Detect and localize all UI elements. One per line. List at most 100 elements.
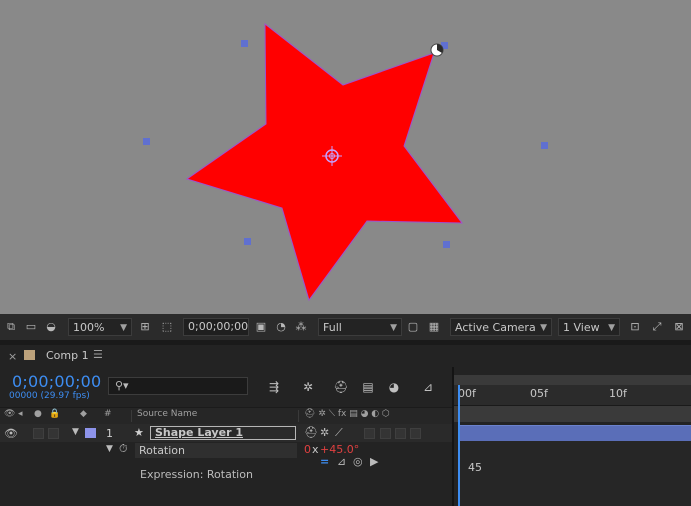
grid-guide-icon[interactable]: ⊞ <box>138 320 152 334</box>
solo-checkbox[interactable] <box>33 428 44 439</box>
chevron-down-icon: ▼ <box>608 323 615 333</box>
resolution-dropdown[interactable]: Full ▼ <box>318 318 402 336</box>
time-ruler[interactable]: 00f 05f 10f <box>454 385 691 406</box>
camera-snapshot-icon[interactable]: ▣ <box>254 320 268 334</box>
resolution-value: Full <box>323 321 342 334</box>
tick-label: 00f <box>458 387 476 400</box>
shy-switch-icon[interactable]: ⛑ <box>304 426 318 439</box>
bezier-handle[interactable] <box>143 138 150 145</box>
switch-box[interactable] <box>380 428 391 439</box>
frame-blending-icon[interactable]: ▤ <box>360 379 376 395</box>
views-value: 1 View <box>563 321 600 334</box>
property-name: Rotation <box>135 443 297 458</box>
viewer-canvas[interactable] <box>0 0 691 314</box>
show-snapshot-icon[interactable]: ◔ <box>274 320 288 334</box>
rotation-cursor-icon <box>430 43 444 57</box>
bezier-handle[interactable] <box>244 238 251 245</box>
shape-layer-star-icon: ★ <box>134 426 144 439</box>
views-dropdown[interactable]: 1 View ▼ <box>558 318 620 336</box>
expression-graph-value: 45 <box>468 461 482 474</box>
layer-row[interactable]: 👁 ▼ 1 ★ Shape Layer 1 ⛑ ✲ ⟋ <box>0 424 452 442</box>
source-name-header[interactable]: Source Name <box>137 409 197 419</box>
expression-language-menu-icon[interactable]: ▶ <box>370 455 378 468</box>
camera-dropdown[interactable]: Active Camera ▼ <box>450 318 552 336</box>
timeline-column-header: 👁 ◂ ● 🔒 ◆ # Source Name ⛑ ✲ ⟍ fx ▤ ◕ ◐ ⬡ <box>0 407 452 425</box>
layer-search-input[interactable]: ⚲▾ <box>108 377 248 395</box>
layer-number-header: # <box>104 409 112 419</box>
chevron-down-icon: ▼ <box>120 323 127 333</box>
transparency-grid-icon[interactable]: ▦ <box>427 320 441 334</box>
draft-3d-icon[interactable]: ✲ <box>300 379 316 395</box>
column-separator <box>131 410 132 422</box>
composition-viewer[interactable] <box>0 0 691 314</box>
rotation-turns-value[interactable]: 0 <box>304 443 311 456</box>
stopwatch-icon[interactable]: ⏱ <box>119 442 128 456</box>
expression-graph-icon[interactable]: ⊿ <box>337 455 346 468</box>
search-icon: ⚲▾ <box>115 379 129 392</box>
layer-number: 1 <box>106 427 113 440</box>
timeline-tab-bar: × Comp 1 ☰ <box>0 345 691 367</box>
panel-menu-icon[interactable]: ☰ <box>93 348 103 361</box>
layer-label-swatch[interactable] <box>85 428 96 438</box>
motion-blur-icon[interactable]: ◕ <box>386 379 402 395</box>
expression-label: Expression: Rotation <box>140 468 253 481</box>
always-preview-icon[interactable]: ⧉ <box>4 320 18 334</box>
switch-box[interactable] <box>364 428 375 439</box>
expression-enable-icon[interactable]: = <box>320 455 329 468</box>
color-channels-icon[interactable]: ⁂ <box>294 320 308 334</box>
frame-rate-label: 00000 (29.97 fps) <box>9 391 90 401</box>
star-shape[interactable] <box>185 22 464 302</box>
chevron-down-icon: ▼ <box>390 323 397 333</box>
timeline-layer-panel: 0;00;00;00 00000 (29.97 fps) ⚲▾ ⇶ ✲ ⛑ ▤ … <box>0 367 452 506</box>
property-row-rotation[interactable]: ▼ ⏱ Rotation 0 x +45.0° <box>0 442 452 459</box>
current-time-indicator[interactable] <box>458 385 460 506</box>
bezier-handle[interactable] <box>241 40 248 47</box>
timeline-graph-panel: 00f 05f 10f 45 <box>454 367 691 506</box>
solo-switch-icon: ● <box>34 409 42 419</box>
column-separator <box>298 410 299 422</box>
chevron-down-icon: ▼ <box>540 323 547 333</box>
rotation-separator: x <box>312 443 319 456</box>
tick-label: 05f <box>530 387 548 400</box>
collapse-switch-icon[interactable]: ✲ <box>320 426 329 439</box>
flowchart-icon[interactable]: ⊠ <box>672 320 686 334</box>
bezier-handle[interactable] <box>541 142 548 149</box>
tab-comp-1[interactable]: Comp 1 <box>46 349 89 362</box>
comp-color-swatch <box>24 350 35 360</box>
close-icon[interactable]: × <box>8 350 17 363</box>
zoom-dropdown[interactable]: 100% ▼ <box>68 318 132 336</box>
mask-icon[interactable]: ◒ <box>44 320 58 334</box>
video-switch-icon: 👁 <box>4 409 16 419</box>
expand-chevron-icon[interactable]: ▼ <box>72 427 79 437</box>
switch-box[interactable] <box>395 428 406 439</box>
tick-label: 10f <box>609 387 627 400</box>
work-area-bar[interactable] <box>454 406 691 422</box>
fast-previews-icon[interactable]: ⤢ <box>650 320 664 334</box>
expression-row[interactable]: = ⊿ ◎ ▶ Expression: Rotation <box>0 455 452 489</box>
quality-switch-icon[interactable]: ⟋ <box>335 426 343 440</box>
lock-checkbox[interactable] <box>48 428 59 439</box>
current-time-display[interactable]: 0;00;00;00 <box>12 372 101 391</box>
expand-chevron-icon[interactable]: ▼ <box>106 444 113 454</box>
switch-box[interactable] <box>410 428 421 439</box>
viewer-toolbar: ⧉ ▭ ◒ 100% ▼ ⊞ ⬚ 0;00;00;00 ▣ ◔ ⁂ Full ▼… <box>0 314 691 341</box>
composition-mini-flowchart-icon[interactable]: ⇶ <box>266 379 282 395</box>
graph-editor-icon[interactable]: ⊿ <box>420 379 436 395</box>
time-navigator[interactable] <box>454 375 691 385</box>
expression-graph-area <box>459 441 691 506</box>
monitor-icon[interactable]: ▭ <box>24 320 38 334</box>
audio-switch-icon: ◂ <box>18 409 23 419</box>
eye-icon[interactable]: 👁 <box>4 427 18 440</box>
region-of-interest-icon[interactable]: ▢ <box>406 320 420 334</box>
toggle-pixel-aspect-icon[interactable]: ⊡ <box>628 320 642 334</box>
shy-layers-icon[interactable]: ⛑ <box>333 379 349 395</box>
layer-duration-bar[interactable] <box>459 425 691 442</box>
camera-value: Active Camera <box>455 321 536 334</box>
bezier-handle[interactable] <box>443 241 450 248</box>
viewer-timecode-field[interactable]: 0;00;00;00 <box>183 318 249 336</box>
layer-name-field[interactable]: Shape Layer 1 <box>150 426 296 440</box>
mask-path-icon[interactable]: ⬚ <box>160 320 174 334</box>
viewer-timecode: 0;00;00;00 <box>188 320 249 333</box>
expression-pickwhip-icon[interactable]: ◎ <box>353 455 363 468</box>
label-tag-icon: ◆ <box>80 409 87 419</box>
